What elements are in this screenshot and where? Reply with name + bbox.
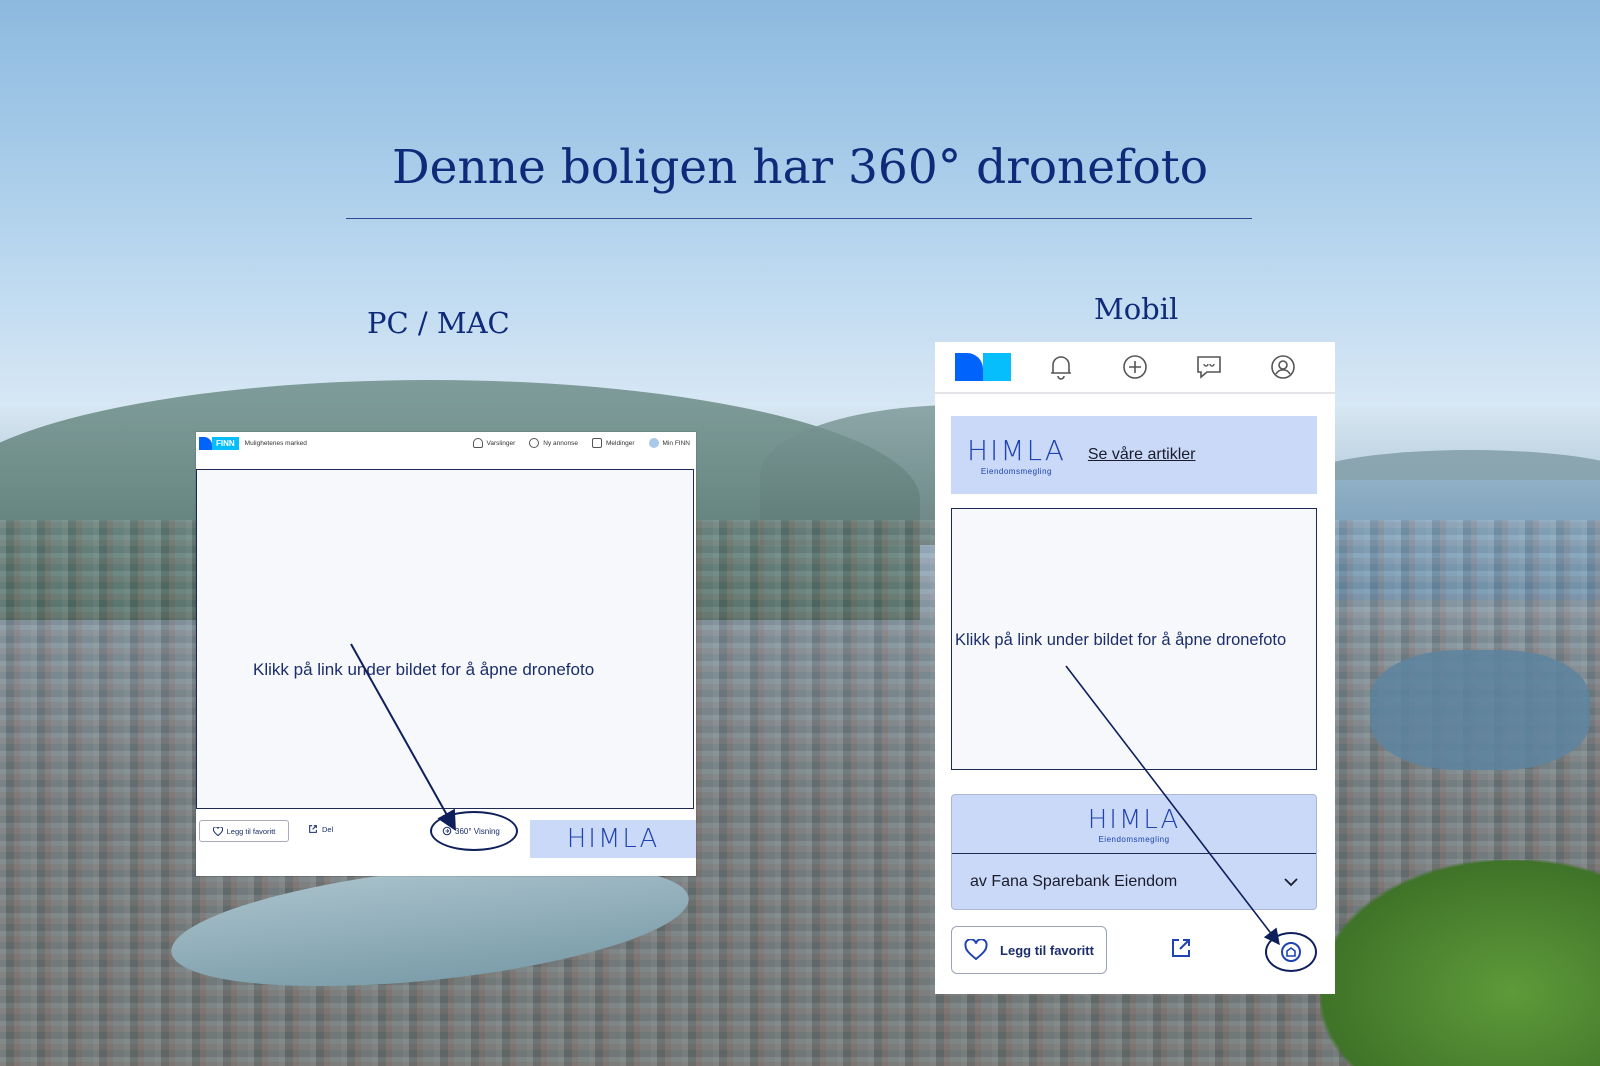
himla-logo: HIMLA (566, 824, 660, 854)
finn-logo[interactable] (955, 353, 1011, 381)
mobile-hint-text: Klikk på link under bildet for å åpne dr… (955, 631, 1287, 649)
pc-top-bar: FINN Mulighetenes marked Varslinger Ny a… (196, 432, 696, 454)
favorite-button[interactable]: Legg til favoritt (951, 926, 1107, 974)
plus-circle-icon[interactable] (1121, 353, 1149, 381)
mobile-label: Mobil (1094, 292, 1179, 326)
view360-icon (1281, 942, 1301, 962)
pc-image-placeholder: Klikk på link under bildet for å åpne dr… (196, 469, 694, 809)
title-divider (346, 218, 1252, 219)
nav-ny-annonse[interactable]: Ny annonse (529, 438, 578, 448)
articles-link[interactable]: Se våre artikler (1088, 446, 1196, 464)
pc-nav: Varslinger Ny annonse Meldinger Min FINN (472, 438, 690, 448)
broker-header-card: HIMLA Eiendomsmegling Se våre artikler (951, 416, 1317, 494)
mobile-action-bar: Legg til favoritt (951, 926, 1317, 982)
share-icon (1172, 939, 1190, 957)
mobile-image-placeholder: Klikk på link under bildet for å åpne dr… (951, 508, 1317, 770)
favorite-button[interactable]: Legg til favoritt (199, 820, 289, 842)
himla-logo-large: HIMLA Eiendomsmegling (952, 795, 1316, 854)
mobile-screenshot: HIMLA Eiendomsmegling Se våre artikler K… (935, 342, 1335, 994)
share-icon (309, 825, 317, 833)
finn-tagline: Mulighetenes marked (244, 439, 307, 447)
view360-highlight-ring (430, 811, 518, 851)
plus-circle-icon (529, 438, 540, 448)
share-button[interactable] (1169, 936, 1193, 965)
chevron-down-icon (1284, 878, 1298, 887)
page-title: Denne boligen har 360° dronefoto (391, 140, 1208, 195)
share-button[interactable]: Del (308, 824, 333, 834)
avatar-icon (648, 438, 659, 448)
pc-action-bar: Legg til favoritt Del 360° Visning HIMLA (196, 811, 696, 876)
bell-icon[interactable] (1047, 353, 1075, 381)
nav-varslinger[interactable]: Varslinger (472, 438, 515, 448)
pc-label: PC / MAC (367, 306, 510, 340)
pc-screenshot: FINN Mulighetenes marked Varslinger Ny a… (196, 432, 696, 876)
view360-button[interactable] (1265, 932, 1317, 972)
nav-min-finn[interactable]: Min FINN (648, 438, 690, 448)
broker-info-card: HIMLA Eiendomsmegling av Fana Sparebank … (951, 794, 1317, 910)
pc-broker-logo-panel: HIMLA (530, 820, 696, 858)
bell-icon (472, 438, 483, 448)
message-icon[interactable] (1195, 353, 1223, 381)
profile-icon[interactable] (1269, 353, 1297, 381)
broker-expand-row[interactable]: av Fana Sparebank Eiendom (952, 854, 1316, 910)
himla-logo: HIMLA Eiendomsmegling (967, 434, 1066, 476)
finn-logo[interactable]: FINN (199, 436, 239, 450)
heart-icon (212, 826, 223, 836)
message-icon (592, 438, 602, 448)
heart-icon (964, 939, 988, 961)
mobile-top-bar (935, 342, 1335, 394)
nav-meldinger[interactable]: Meldinger (592, 438, 635, 448)
pc-hint-text: Klikk på link under bildet for å åpne dr… (253, 660, 595, 679)
broker-by-text: av Fana Sparebank Eiendom (970, 873, 1178, 890)
